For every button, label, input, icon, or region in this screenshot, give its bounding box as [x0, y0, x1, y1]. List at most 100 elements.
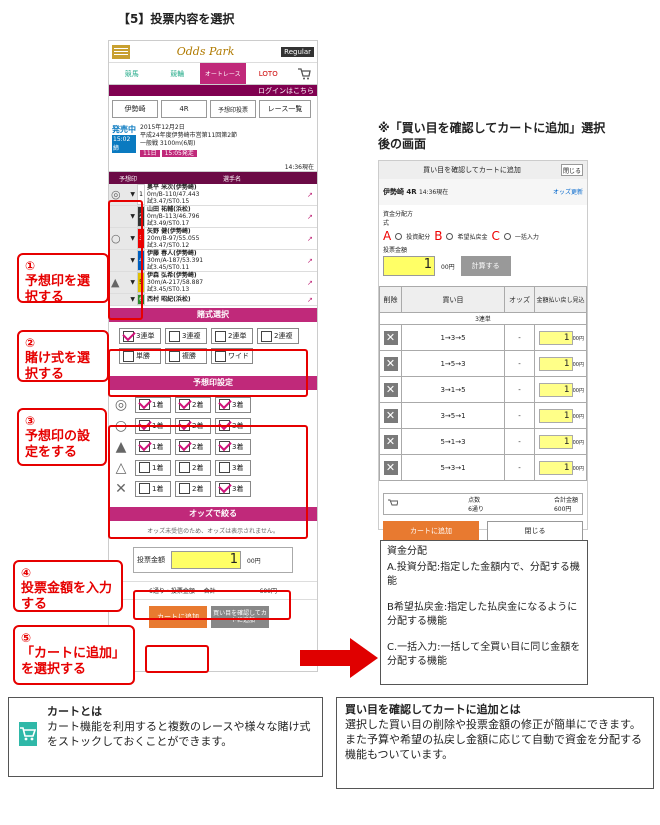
row-amount-input[interactable]: 1: [538, 408, 573, 423]
external-link-icon[interactable]: ↗: [307, 279, 317, 287]
row-unit: 00円: [572, 439, 584, 446]
bet-combination: 1→5→3: [401, 350, 505, 377]
menu-icon[interactable]: [112, 44, 130, 59]
row-unit: 00円: [572, 387, 584, 394]
delete-icon[interactable]: ✕: [383, 460, 398, 475]
bet-type-option[interactable]: 2連複: [257, 328, 299, 344]
race-list-button[interactable]: レース一覧: [259, 100, 311, 118]
external-link-icon[interactable]: ↗: [307, 191, 317, 199]
totals-row: 点数 6通り 合計金額 600円: [383, 493, 583, 515]
place-option[interactable]: 3着: [215, 396, 251, 413]
close-button[interactable]: 閉じる: [561, 164, 583, 176]
radio-b[interactable]: [446, 232, 454, 240]
runner-header: 予想印 選手名: [109, 172, 317, 184]
checkbox[interactable]: [215, 330, 226, 342]
close-button-bottom[interactable]: 閉じる: [487, 521, 583, 541]
odds-value: -: [504, 428, 535, 455]
login-bar[interactable]: ログインはこちら: [109, 85, 317, 96]
delete-icon[interactable]: ✕: [383, 434, 398, 449]
external-link-icon[interactable]: ↗: [307, 235, 317, 243]
row-unit: 00円: [572, 413, 584, 420]
count-label: 点数: [468, 497, 481, 504]
table-row: ✕ 5→3→1-1 00円: [379, 454, 587, 481]
amount-input-r[interactable]: 1: [383, 256, 435, 276]
delete-icon[interactable]: ✕: [383, 356, 398, 371]
odds-value: -: [504, 454, 535, 481]
checkbox[interactable]: [123, 330, 134, 342]
sport-tabs: 競馬 競輪 オートレース LOTO: [109, 63, 317, 85]
delete-icon[interactable]: ✕: [383, 330, 398, 345]
row-unit: 00円: [572, 465, 584, 472]
race-nav: 伊勢崎 4R 予想印投票 レース一覧: [109, 96, 317, 122]
row-amount-input[interactable]: 1: [538, 460, 573, 475]
cart-info-box: カートとは カート機能を利用すると複数のレースや様々な賭け式をストックしておくこ…: [8, 697, 323, 777]
amount-input[interactable]: 1: [171, 551, 241, 569]
row-amount-input[interactable]: 1: [538, 330, 573, 345]
add-to-cart-button-r[interactable]: カートに追加: [383, 521, 479, 541]
table-row: ✕ 3→5→1-1 00円: [379, 402, 587, 429]
checkbox[interactable]: [179, 399, 190, 410]
runner-trial: 試3.49/ST0.17: [147, 220, 190, 227]
confirm-bar-title: 買い目を確認してカートに追加: [423, 166, 521, 174]
checkbox[interactable]: [169, 330, 180, 342]
explain-b: B希望払戻金:指定した払戻金になるように分配する機能: [387, 602, 578, 627]
bet-combination: 5→1→3: [401, 428, 505, 455]
col-delete: 削除: [379, 286, 402, 313]
amount-unit: 00円: [247, 557, 261, 565]
row-unit: 00円: [572, 335, 584, 342]
unit-r: 00円: [441, 263, 455, 271]
checkbox[interactable]: [261, 330, 272, 342]
checkbox[interactable]: [139, 399, 150, 410]
delete-icon[interactable]: ✕: [383, 408, 398, 423]
radio-a[interactable]: [395, 232, 403, 240]
place-option[interactable]: 2着: [175, 396, 211, 413]
yoso-mark: ◎: [114, 396, 128, 413]
confirm-box-text1: 選択した買い目の削除や投票金額の修正が簡単にできます。: [345, 718, 641, 731]
delete-icon[interactable]: ✕: [383, 382, 398, 397]
tab-keiba[interactable]: 競馬: [109, 63, 155, 84]
arrow-right-icon: [300, 638, 378, 678]
external-link-icon[interactable]: ↗: [307, 257, 317, 265]
callout-5: ⑤ 「カートに追加」を選択する: [13, 625, 135, 685]
runner-stats: 30m/A-187/53.391: [147, 257, 204, 264]
count-value: 6通り: [468, 506, 484, 513]
yoso-row: ◎ 1着 2着 3着: [111, 394, 315, 415]
confirm-box-text2: また予算や希望の払戻し金額に応じて自動で資金を分配する機能もついています。: [345, 733, 642, 761]
place-option[interactable]: 1着: [135, 396, 171, 413]
odds-update-link[interactable]: オッズ更新: [553, 187, 583, 197]
row-amount-input[interactable]: 1: [538, 434, 573, 449]
radio-c[interactable]: [503, 232, 511, 240]
tab-keirin[interactable]: 競輪: [155, 63, 201, 84]
external-link-icon[interactable]: ↗: [307, 296, 317, 304]
runner-name: 山田 祐輔(浜松): [147, 206, 191, 213]
checkbox[interactable]: [219, 399, 230, 410]
bet-type-option[interactable]: 3連複: [165, 328, 207, 344]
external-link-icon[interactable]: ↗: [307, 213, 317, 221]
step-title: 【5】投票内容を選択: [118, 12, 235, 26]
cart-icon[interactable]: [291, 63, 317, 84]
explain-title: 資金分配: [387, 546, 427, 557]
bet-type-option[interactable]: 3連単: [119, 328, 161, 344]
dist-label: 資金分配方式: [383, 211, 414, 227]
race-button[interactable]: 4R: [161, 100, 207, 118]
callout-1: ① 予想印を選択する: [17, 253, 109, 305]
update-time: 14:36現在: [109, 162, 317, 172]
cart-icon-large: [19, 722, 37, 746]
place-button[interactable]: 伊勢崎: [112, 100, 158, 118]
row-amount-input[interactable]: 1: [538, 382, 573, 397]
row-amount-input[interactable]: 1: [538, 356, 573, 371]
bet-type-option[interactable]: 2連単: [211, 328, 253, 344]
confirm-bar: 買い目を確認してカートに追加 閉じる: [379, 161, 587, 179]
tab-autorace[interactable]: オートレース: [200, 63, 246, 84]
tab-loto[interactable]: LOTO: [246, 63, 292, 84]
runner-name: 西村 昭紀(浜松): [147, 296, 191, 303]
callout-3: ③ 予想印の設定をする: [17, 408, 107, 466]
calc-button[interactable]: 計算する: [460, 256, 511, 276]
col-mark: 予想印: [118, 175, 137, 183]
race-row: 伊勢崎 4R 14:36現在 オッズ更新: [379, 179, 587, 205]
highlight-amount: [133, 590, 291, 620]
explain-a: A.投資分配:指定した金額内で、分配する機能: [387, 562, 580, 587]
opt-a: 投資配分: [406, 233, 431, 241]
day-pill: 11日: [140, 150, 160, 157]
yoso-button[interactable]: 予想印投票: [210, 100, 256, 118]
